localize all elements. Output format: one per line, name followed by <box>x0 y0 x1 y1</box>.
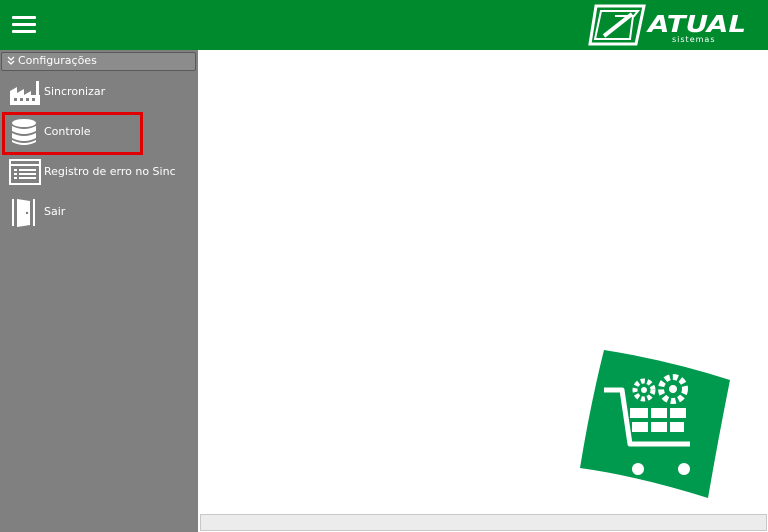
svg-text:sistemas: sistemas <box>672 35 715 44</box>
sidebar-item-registro-de-erro[interactable]: Registro de erro no Sinc <box>8 155 193 189</box>
shopping-cart-gears-icon <box>578 348 732 500</box>
horizontal-scrollbar[interactable] <box>200 514 767 531</box>
log-list-icon <box>9 159 41 185</box>
atual-sistemas-logo: ATUAL sistemas <box>588 2 758 48</box>
section-header-configuracoes[interactable]: Configurações <box>1 52 196 71</box>
sidebar-item-label: Sincronizar <box>44 85 106 98</box>
section-label: Configurações <box>18 54 97 67</box>
exit-door-icon <box>12 199 35 227</box>
top-bar: ATUAL sistemas <box>0 0 768 50</box>
factory-icon <box>10 81 40 105</box>
sidebar-item-sair[interactable]: Sair <box>8 195 193 229</box>
sidebar-item-label: Registro de erro no Sinc <box>44 165 176 178</box>
sidebar-item-label: Sair <box>44 205 66 218</box>
sidebar-item-sincronizar[interactable]: Sincronizar <box>8 75 193 109</box>
hamburger-icon[interactable] <box>12 14 36 34</box>
highlight-box <box>2 112 143 155</box>
double-chevron-down-icon <box>7 56 15 65</box>
